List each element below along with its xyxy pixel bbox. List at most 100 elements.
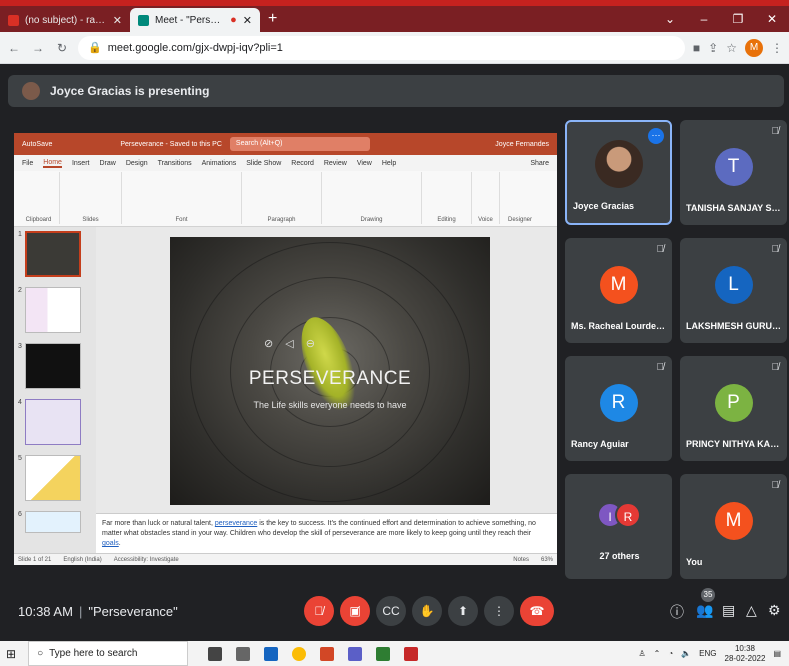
slide-title: PERSEVERANCE	[248, 368, 412, 389]
chat-icon[interactable]: ▤	[722, 602, 735, 619]
maximize-button[interactable]: ❐	[721, 12, 755, 26]
forward-button[interactable]: →	[30, 41, 46, 55]
mic-icon[interactable]	[208, 646, 223, 661]
leave-call-button[interactable]: ☎	[520, 596, 554, 626]
share-icon[interactable]: ⇪	[708, 41, 718, 55]
ppt-title-bar: AutoSave Perseverance - Saved to this PC…	[14, 133, 557, 155]
slide-thumbnails: 1 2 3 4 5 6	[14, 227, 96, 553]
slide-count: Slide 1 of 21	[18, 556, 52, 563]
volume-icon[interactable]: 🔈	[681, 649, 691, 658]
raise-hand-button[interactable]: ✋	[412, 596, 442, 626]
camera-icon[interactable]: ■	[693, 41, 700, 55]
slide-thumbnail: 5	[18, 455, 92, 501]
participant-name: PRINCY NITHYA KANNADY	[686, 439, 783, 449]
address-bar: ← → ↻ 🔒 meet.google.com/gjx-dwpj-iqv?pli…	[0, 32, 789, 64]
clock-date: 28-02-2022	[724, 653, 766, 663]
taskbar-search[interactable]: ○ Type here to search	[28, 641, 189, 666]
ribbon-group-label: Designer	[507, 217, 532, 223]
tab-meet[interactable]: Meet - "Perseverance" ● ✕	[130, 8, 260, 32]
self-tile[interactable]: 🎙̸ M You	[680, 474, 787, 579]
chevron-up-icon[interactable]: ⌃	[654, 649, 661, 658]
ppt-tab: Review	[323, 159, 347, 167]
ppt-tab: Animations	[201, 159, 237, 167]
powerpoint-icon[interactable]	[320, 646, 335, 661]
minimize-button[interactable]: –	[687, 12, 721, 26]
more-options-icon[interactable]: ⋯	[648, 128, 664, 144]
ppt-search: Search (Alt+Q)	[229, 137, 370, 151]
teams-icon[interactable]	[348, 646, 363, 661]
person-icon[interactable]: ♙	[638, 649, 645, 658]
ribbon-group-label: Voice	[478, 217, 493, 223]
mic-off-icon: 🎙̸	[771, 480, 780, 491]
participant-tile[interactable]: 🎙̸ T TANISHA SANJAY SHIROD...	[680, 120, 787, 225]
participant-tile[interactable]: 🎙̸ R Rancy Aguiar	[565, 356, 672, 461]
info-icon[interactable]: ⓘ	[670, 602, 684, 622]
more-options-button[interactable]: ⋮	[484, 596, 514, 626]
participant-avatar: M	[599, 266, 638, 304]
thumb-number: 2	[18, 287, 22, 294]
language-indicator[interactable]: ENG	[699, 649, 716, 658]
back-button[interactable]: ←	[6, 41, 22, 55]
thumb-number: 6	[18, 511, 22, 518]
notes-text: .	[118, 540, 121, 547]
chevron-down-icon[interactable]: ⌄	[653, 12, 687, 26]
ppt-body: 1 2 3 4 5 6 ⊘ ◁ ⊖ PERSEVERANCE The Life …	[14, 227, 557, 553]
participant-tile[interactable]: ⋯ Joyce Gracias	[565, 120, 672, 225]
participant-tile[interactable]: 🎙̸ M Ms. Racheal Lourdes Goes	[565, 238, 672, 343]
camera-toggle-button[interactable]: ▣̸	[340, 596, 370, 626]
ribbon-group-designer: Designer	[500, 172, 540, 224]
ppt-tab: Help	[381, 159, 397, 167]
ppt-status-bar: Slide 1 of 21 English (India) Accessibil…	[14, 553, 557, 565]
windows-start-icon[interactable]: ⊞	[6, 647, 16, 661]
vlc-icon[interactable]	[404, 646, 419, 661]
reload-button[interactable]: ↻	[54, 41, 70, 55]
star-icon[interactable]: ☆	[726, 41, 737, 55]
close-icon[interactable]: ✕	[113, 14, 122, 27]
meet-icon	[138, 14, 149, 26]
search-icon: ○	[37, 648, 44, 659]
taskbar-apps	[208, 646, 419, 661]
others-tile[interactable]: I R 27 others	[565, 474, 672, 579]
close-icon[interactable]: ✕	[243, 14, 252, 27]
thumb-image	[24, 287, 81, 333]
present-button[interactable]: ⬆	[448, 596, 478, 626]
menu-icon[interactable]: ⋮	[771, 41, 783, 55]
chrome-icon[interactable]	[292, 646, 307, 661]
new-tab-button[interactable]: +	[260, 8, 285, 32]
meeting-time: 10:38 AM	[18, 604, 73, 619]
participant-tile[interactable]: 🎙̸ P PRINCY NITHYA KANNADY	[680, 356, 787, 461]
task-view-icon[interactable]	[236, 646, 251, 661]
participant-name: Ms. Racheal Lourdes Goes	[571, 321, 668, 331]
url-input[interactable]: 🔒 meet.google.com/gjx-dwpj-iqv?pli=1	[78, 35, 685, 60]
thumb-image	[24, 455, 81, 501]
slide-thumbnail: 4	[18, 399, 92, 445]
taskbar-clock[interactable]: 10:38 28-02-2022	[725, 644, 766, 664]
close-window-button[interactable]: ✕	[755, 12, 789, 26]
activities-icon[interactable]: △	[746, 602, 757, 619]
people-icon[interactable]: 👥	[696, 602, 713, 619]
participant-name: You	[686, 557, 703, 567]
lock-icon: 🔒	[88, 42, 102, 54]
mail-icon[interactable]	[264, 646, 279, 661]
slide-thumbnail: 6	[18, 511, 92, 533]
tab-gmail[interactable]: (no subject) - racheal.goes@vvm ✕	[0, 8, 130, 32]
ribbon-group-drawing: Drawing	[322, 172, 422, 224]
zoom-level: 63%	[540, 556, 553, 563]
captions-button[interactable]: CC	[376, 596, 406, 626]
ribbon-group-clipboard: Clipboard	[18, 172, 60, 224]
participant-name: LAKSHMESH GURUDAS V...	[686, 321, 783, 331]
profile-avatar[interactable]: M	[745, 38, 763, 57]
ppt-tab: Slide Show	[246, 159, 282, 167]
ppt-tab: Draw	[99, 159, 116, 167]
mic-off-icon: 🎙̸	[656, 362, 665, 373]
ppt-tab: Transitions	[157, 159, 192, 167]
store-icon[interactable]	[376, 646, 391, 661]
mic-toggle-button[interactable]: 🎙̸	[304, 596, 334, 626]
host-controls-icon[interactable]: ⚙	[768, 602, 781, 619]
participant-avatar: M	[714, 502, 753, 540]
participant-tile[interactable]: 🎙̸ L LAKSHMESH GURUDAS V...	[680, 238, 787, 343]
notifications-icon[interactable]: ▤	[773, 649, 781, 658]
wifi-icon[interactable]: ◔	[668, 649, 673, 658]
thumb-number: 1	[18, 231, 22, 238]
notes-link: goals	[102, 540, 119, 547]
